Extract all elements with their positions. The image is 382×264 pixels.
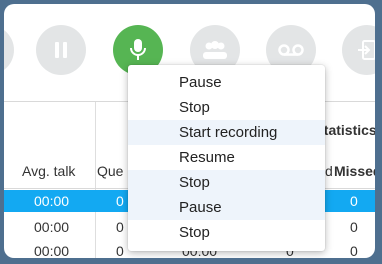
voicemail-icon bbox=[278, 44, 304, 56]
transfer-button[interactable] bbox=[342, 25, 375, 75]
menu-item-pause[interactable]: Pause bbox=[128, 195, 325, 220]
menu-item-pause[interactable]: Pause bbox=[128, 70, 325, 95]
pause-icon bbox=[55, 42, 67, 58]
cell-missed: 0 bbox=[350, 219, 358, 235]
menu-item-stop[interactable]: Stop bbox=[128, 220, 325, 245]
column-header-avg-talk[interactable]: Avg. talk bbox=[22, 163, 75, 179]
cell-avg-talk: 00:00 bbox=[34, 193, 70, 209]
column-header-missed[interactable]: Missed bbox=[334, 163, 375, 179]
transfer-icon bbox=[358, 40, 375, 60]
cell-queue: 0 bbox=[116, 243, 124, 258]
menu-item-resume[interactable]: Resume bbox=[128, 145, 325, 170]
cell-queue: 0 bbox=[116, 193, 124, 209]
recording-context-menu: Pause Stop Start recording Resume Stop P… bbox=[128, 65, 325, 251]
column-header-partial[interactable]: d bbox=[325, 163, 333, 179]
cell-avg-talk: 00:00 bbox=[34, 243, 70, 258]
cell-avg-talk: 00:00 bbox=[34, 219, 70, 235]
column-header-queue[interactable]: Que bbox=[97, 163, 123, 179]
pause-button[interactable] bbox=[36, 25, 86, 75]
cell-missed: 0 bbox=[350, 243, 358, 258]
cell-missed: 0 bbox=[350, 193, 358, 209]
previous-toolbar-button[interactable] bbox=[4, 25, 14, 75]
menu-item-stop[interactable]: Stop bbox=[128, 170, 325, 195]
menu-item-stop[interactable]: Stop bbox=[128, 95, 325, 120]
window: statistics Avg. talk Que d Missed 00:00 … bbox=[4, 4, 375, 258]
menu-item-start-recording[interactable]: Start recording bbox=[128, 120, 325, 145]
cell-queue: 0 bbox=[116, 219, 124, 235]
microphone-icon bbox=[130, 39, 146, 60]
group-icon bbox=[203, 41, 227, 59]
